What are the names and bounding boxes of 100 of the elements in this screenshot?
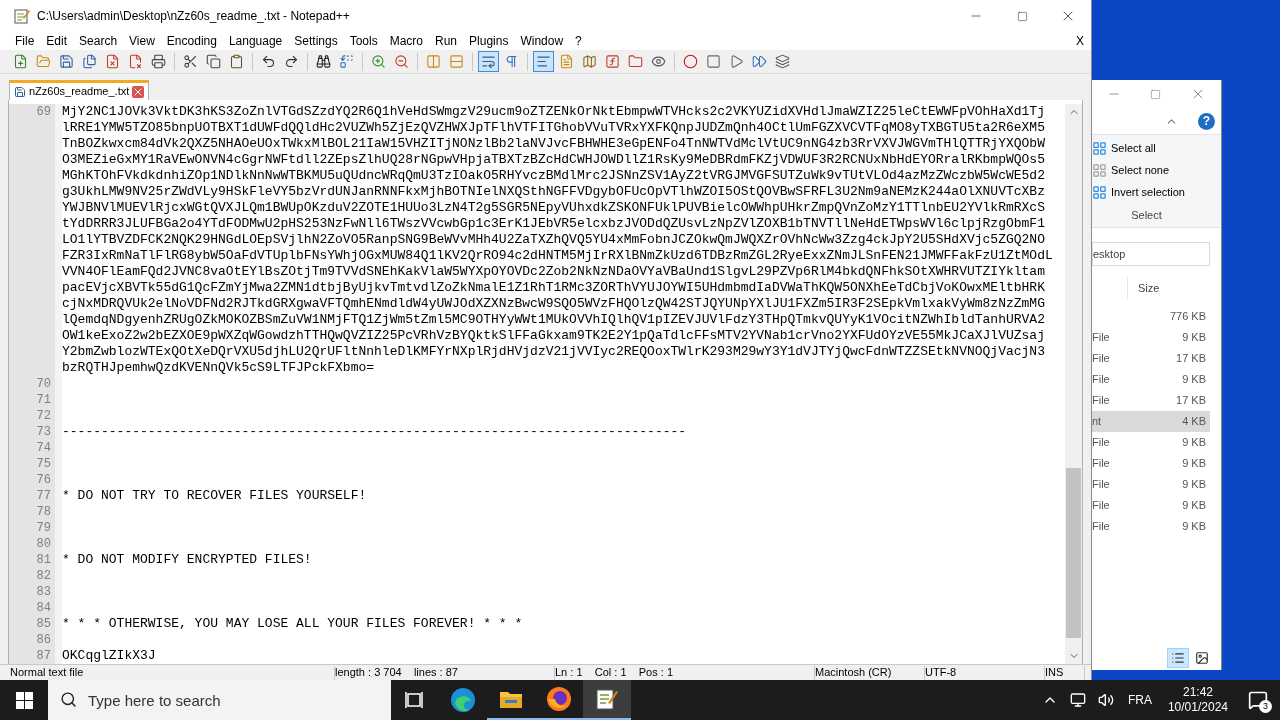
menu-item[interactable]: Settings bbox=[288, 32, 344, 50]
menu-item[interactable]: Plugins bbox=[463, 32, 515, 50]
menu-item[interactable]: Search bbox=[73, 32, 124, 50]
line-number: 81 bbox=[36, 553, 51, 567]
line-number: 83 bbox=[36, 585, 51, 599]
menu-item[interactable]: File bbox=[9, 32, 41, 50]
file-row[interactable]: File 9 KB bbox=[1092, 474, 1210, 495]
status-text: INS bbox=[1045, 665, 1064, 681]
task-view-icon bbox=[405, 691, 425, 709]
line-number: 73 bbox=[36, 425, 51, 439]
save-icon bbox=[14, 85, 26, 98]
file-type: File bbox=[1092, 435, 1111, 451]
text-line: VVN4OFlEamFQd2JVNC8vaOtEYlBsZOtjTm9TVVdSNEhKakVlaW5WYXpOYOVDc2Zob2NkNzNDaOVYaVBaUnd1SlgvL29PZVp6RlM4bkdQNFhkSOtXWHRVUTZIYkltam bbox=[62, 264, 1045, 279]
text-line: LO1lYTBVZDFCK2NQK29HNGdLOEpSVjlhN2ZoVO5RanpSNG9BeWVvMHh4U2ZaTXZhQVQ5YU4xMmFobnJCZOkwQmJWQXZrOVhNcWw3Zzg4ckJpY2U5SHdXVjc5ZGQ2NO bbox=[62, 232, 1045, 247]
file-size: 776 KB bbox=[1168, 309, 1207, 325]
file-row[interactable]: File 17 KB bbox=[1092, 390, 1210, 411]
file-row[interactable]: File 9 KB bbox=[1092, 495, 1210, 516]
file-type: File bbox=[1092, 330, 1111, 346]
menu-item[interactable]: Encoding bbox=[160, 32, 223, 50]
search-icon bbox=[60, 691, 77, 708]
file-type: File bbox=[1092, 372, 1111, 388]
menu-item[interactable]: Language bbox=[222, 32, 289, 50]
scroll-thumb[interactable] bbox=[1066, 468, 1081, 638]
text-line: * * * OTHERWISE, YOU MAY LOSE ALL YOUR FILES FOREVER! * * * bbox=[62, 616, 523, 631]
ribbon-button[interactable]: Select all bbox=[1092, 137, 1221, 159]
status-text: UTF-8 bbox=[925, 665, 957, 681]
line-number: 76 bbox=[36, 473, 51, 487]
file-size: 9 KB bbox=[1181, 519, 1207, 535]
text-line: lRRE1YMW5TZO85bnpUOTBXT1dUWFdQQldHc2VUZWh5ZjEzQVZHWXJpTFlhVTFITGhobVVuTVRxYXFKQnpJUDZmQnh4OCtlUmFGZXVCVTFqMO8yTXBGTU5ta2R6eXM5 bbox=[62, 120, 1045, 135]
ribbon-button[interactable]: Invert selection bbox=[1092, 181, 1221, 203]
close-document-button[interactable]: X bbox=[1069, 32, 1091, 50]
file-row[interactable]: File 17 KB bbox=[1092, 348, 1210, 369]
notepad-icon bbox=[14, 8, 30, 24]
line-number: 78 bbox=[36, 505, 51, 519]
text-line: Y2bmZwblozWTExQOtXeDQrVXU5djhLU2QrUFltNnhleDlKMFYrNXplRjdHVjdzV21jVVIyc2REQOoxTWlrK293M29wY3Y1dVJTYjQwcFdnWTZZSEtkNVNOQjVacjN3 bbox=[62, 344, 1045, 359]
volume-icon[interactable] bbox=[1097, 692, 1114, 708]
line-number: 86 bbox=[36, 633, 51, 647]
ribbon-group-label: Select bbox=[1130, 208, 1163, 223]
file-type: File bbox=[1092, 477, 1111, 493]
file-type: nt bbox=[1092, 414, 1103, 430]
status-text: Normal text file bbox=[10, 665, 84, 681]
text-line: * DO NOT MODIFY ENCRYPTED FILES! bbox=[62, 552, 312, 567]
text-line: OKCqglZIkX3J bbox=[62, 648, 156, 663]
details-view-icon[interactable] bbox=[1167, 648, 1189, 668]
grid-icon bbox=[1092, 162, 1107, 178]
window-title: C:\Users\admin\Desktop\nZz60s_readme_.txt - Notepad++ bbox=[37, 8, 350, 25]
status-text: length : 3 704 lines : 87 bbox=[335, 665, 458, 681]
menu-item[interactable]: Macro bbox=[383, 32, 429, 50]
clock[interactable]: 21:42 10/01/2024 bbox=[1167, 685, 1228, 715]
file-size: 9 KB bbox=[1181, 435, 1207, 451]
notepad-icon bbox=[595, 687, 619, 711]
menu-item[interactable]: Run bbox=[429, 32, 464, 50]
search-field[interactable]: Type here to search bbox=[48, 680, 391, 720]
close-icon[interactable] bbox=[132, 85, 145, 98]
file-row[interactable]: File 9 KB bbox=[1092, 432, 1210, 453]
status-text: Macintosh (CR) bbox=[815, 665, 892, 681]
file-row[interactable]: nt 4 KB bbox=[1092, 411, 1210, 432]
language-indicator[interactable]: FRA bbox=[1127, 691, 1152, 709]
menu-item[interactable]: ? bbox=[569, 32, 588, 50]
file-row[interactable]: File 9 KB bbox=[1092, 453, 1210, 474]
text-line: bzRQTHJpemhwQzdKVENnQVk5cS9LTFJPckFXbmo= bbox=[62, 360, 375, 375]
column-header[interactable]: Size bbox=[1128, 279, 1160, 297]
line-number: 72 bbox=[36, 409, 51, 423]
help-button[interactable]: ? bbox=[1198, 112, 1215, 130]
menu-item[interactable]: Window bbox=[514, 32, 570, 50]
text-line: -------------------------------------------------------------------------------- bbox=[62, 424, 687, 439]
line-number: 85 bbox=[36, 617, 51, 631]
address-field[interactable]: esktop bbox=[1092, 242, 1210, 266]
line-number: 69 bbox=[36, 105, 51, 119]
menu-item[interactable]: Edit bbox=[40, 32, 74, 50]
menu-item[interactable]: View bbox=[123, 32, 161, 50]
file-row[interactable]: 776 KB bbox=[1092, 306, 1210, 327]
file-type: File bbox=[1092, 393, 1111, 409]
taskbar-app-button[interactable] bbox=[583, 680, 631, 720]
file-type: File bbox=[1092, 351, 1111, 367]
file-type: File bbox=[1092, 456, 1111, 472]
grid-icon bbox=[1092, 140, 1107, 156]
file-size: 9 KB bbox=[1181, 372, 1207, 388]
line-number: 74 bbox=[36, 441, 51, 455]
file-size: 9 KB bbox=[1181, 477, 1207, 493]
indent-guide-icon[interactable] bbox=[533, 51, 554, 72]
network-icon[interactable] bbox=[1069, 692, 1086, 708]
scrollbar[interactable] bbox=[1065, 104, 1082, 664]
line-number: 77 bbox=[36, 489, 51, 503]
text-line: FZR3IxRmNaTlFlRG8ybW5OaFdVTUplbFNsYWhjOGxMUW84Q1lKV2QrRO94c2dHNTM5MjIrRXlBNmZkUzd6TDBzRmZGL2RyeExxZNmJLSnFEN21JMWFFakFzU1ZtMOdL bbox=[62, 248, 1053, 263]
status-text: Ln : 1 Col : 1 Pos : 1 bbox=[555, 665, 673, 681]
file-type: File bbox=[1092, 498, 1111, 514]
file-row[interactable]: File 9 KB bbox=[1092, 369, 1210, 390]
menu-item[interactable]: Tools bbox=[343, 32, 384, 50]
text-line: OW1keExoZ2w2bEZXOE9pWXZqWGowdzhTTHQwQVZIZ25PcVRhVzBYQktkSlFFaGkxam9TK2E2Y1pQaTdlcFFsMTV2YVNab1crVno2YXFUdOYzVE55MkJCaXJlVUZsaj bbox=[62, 328, 1045, 343]
line-number: 70 bbox=[36, 377, 51, 391]
line-number: 71 bbox=[36, 393, 51, 407]
line-number: 75 bbox=[36, 457, 51, 471]
file-row[interactable]: File 9 KB bbox=[1092, 516, 1210, 537]
ribbon-button[interactable]: Select none bbox=[1092, 159, 1221, 181]
file-row[interactable]: File 9 KB bbox=[1092, 327, 1210, 348]
document-tab[interactable]: nZz60s_readme_.txt bbox=[9, 80, 150, 100]
word-wrap-icon[interactable] bbox=[478, 51, 499, 72]
windows-logo-icon bbox=[15, 691, 33, 709]
text-line: g3UkhLMW9NV25rZWdVLy9HSkFleVY5bzVrdUNJanRNNFkxMjhBOTNIelNXQSthNGFFVDgybOFUcOpVTlhWZOI5OStQOVBwSFRFL3U2Nm9aNEMzK244aOlXNUVTcXBz bbox=[62, 184, 1045, 199]
